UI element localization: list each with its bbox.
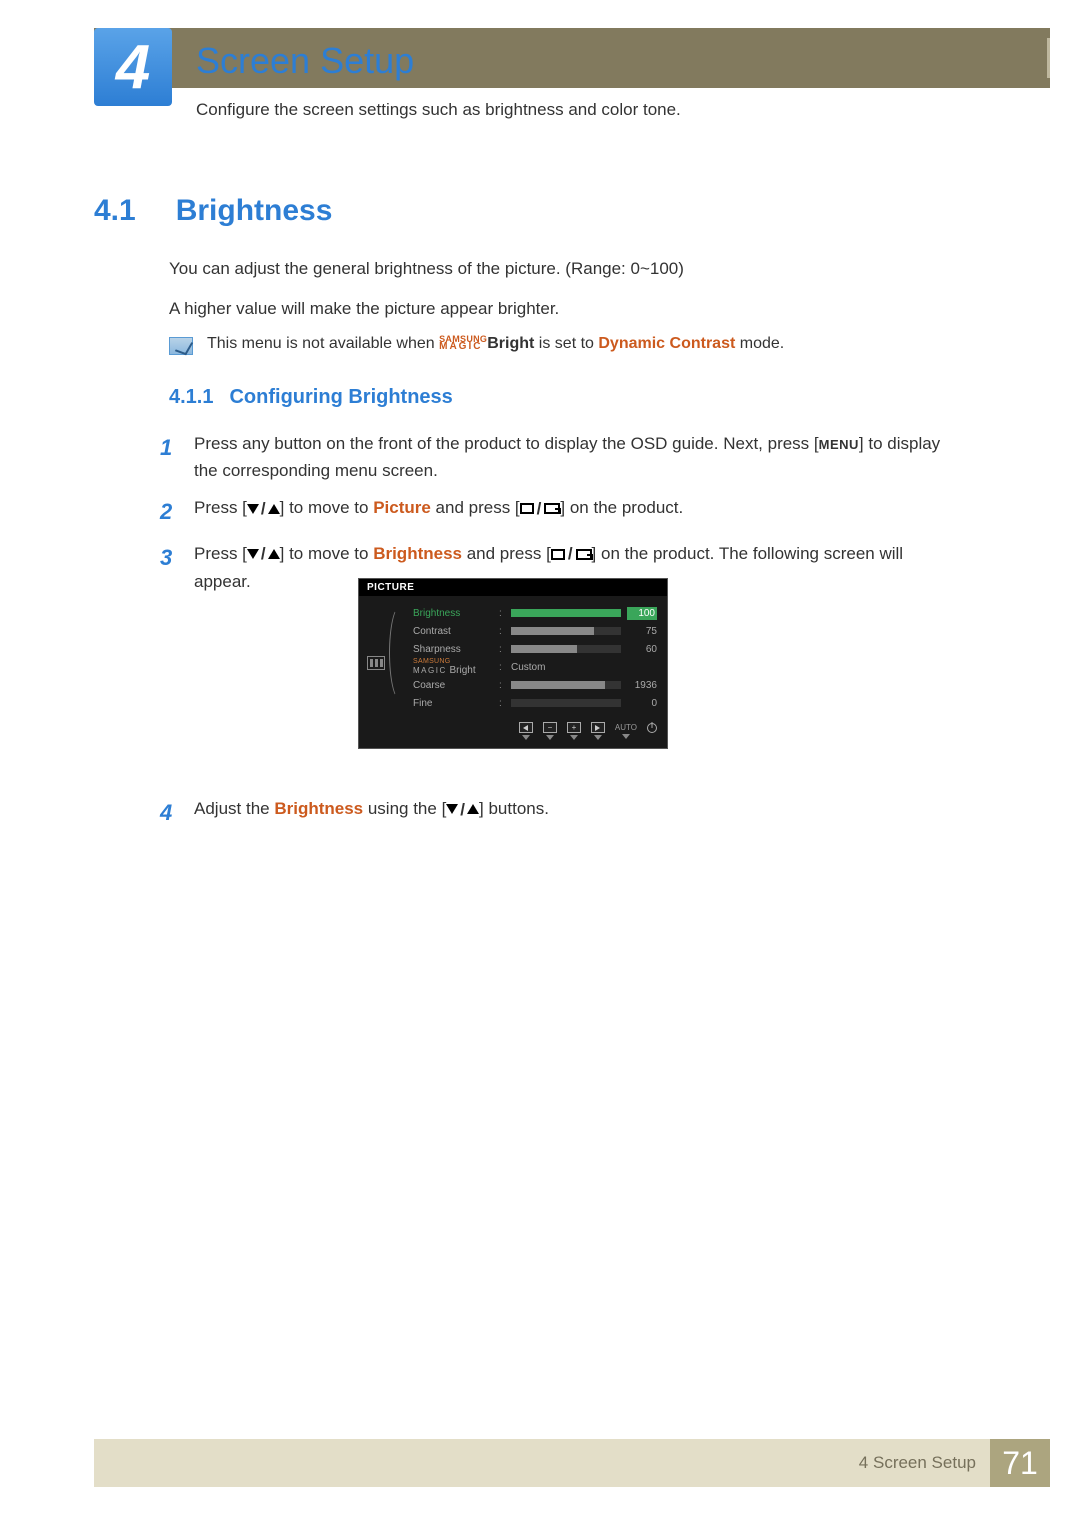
osd-row-value: 1936 bbox=[627, 680, 657, 691]
osd-row: Coarse:1936 bbox=[413, 676, 657, 694]
osd-row: Sharpness:60 bbox=[413, 640, 657, 658]
step-number: 2 bbox=[160, 494, 180, 529]
note-row: This menu is not available when SAMSUNGM… bbox=[169, 335, 950, 355]
osd-plus-icon: + bbox=[567, 722, 581, 740]
menu-label: MENU bbox=[819, 437, 859, 452]
body-paragraph-2: A higher value will make the picture app… bbox=[169, 296, 950, 322]
note-bright: Bright bbox=[487, 335, 534, 352]
osd-bracket-decoration bbox=[389, 606, 403, 700]
osd-rows: Brightness:100Contrast:75Sharpness:60SAM… bbox=[413, 604, 657, 712]
osd-row: Brightness:100 bbox=[413, 604, 657, 622]
osd-slider bbox=[511, 609, 621, 617]
footer-bar: 4 Screen Setup 71 bbox=[94, 1439, 1050, 1487]
osd-slider bbox=[511, 645, 621, 653]
step-number: 3 bbox=[160, 540, 180, 595]
subsection-heading: 4.1.1 Configuring Brightness bbox=[169, 386, 453, 409]
osd-row-value: Custom bbox=[511, 662, 545, 673]
osd-body: Brightness:100Contrast:75Sharpness:60SAM… bbox=[359, 596, 667, 716]
body-paragraph-1: You can adjust the general brightness of… bbox=[169, 256, 950, 282]
osd-category-icon bbox=[367, 656, 385, 670]
chapter-intro: Configure the screen settings such as br… bbox=[196, 100, 681, 120]
page-number: 71 bbox=[990, 1439, 1050, 1487]
step-text: Press any button on the front of the pro… bbox=[194, 430, 950, 484]
down-up-icon: / bbox=[446, 796, 479, 823]
step-number: 4 bbox=[160, 795, 180, 830]
osd-row-label: Brightness bbox=[413, 608, 493, 619]
footer-label: 4 Screen Setup bbox=[859, 1453, 990, 1473]
note-icon bbox=[169, 337, 193, 355]
enter-icon: / bbox=[520, 495, 561, 522]
osd-minus-icon: − bbox=[543, 722, 557, 740]
osd-row-value: 60 bbox=[627, 644, 657, 655]
osd-row-label: Fine bbox=[413, 698, 493, 709]
subsection-number: 4.1.1 bbox=[169, 386, 213, 409]
osd-row-value: 0 bbox=[627, 698, 657, 709]
osd-power-icon bbox=[647, 723, 657, 740]
section-number: 4.1 bbox=[94, 194, 136, 228]
step-text: Adjust the Brightness using the [/] butt… bbox=[194, 795, 549, 830]
note-mid: is set to bbox=[534, 335, 598, 352]
osd-slider bbox=[511, 627, 621, 635]
note-text: This menu is not available when SAMSUNGM… bbox=[207, 335, 784, 353]
down-up-icon: / bbox=[247, 540, 280, 567]
section-title: Brightness bbox=[176, 194, 333, 228]
step-2: 2 Press [/] to move to Picture and press… bbox=[160, 494, 950, 529]
osd-row: SAMSUNGMAGIC Bright:Custom bbox=[413, 658, 657, 676]
chapter-title: Screen Setup bbox=[196, 40, 414, 82]
osd-slider bbox=[511, 681, 621, 689]
osd-play-icon bbox=[591, 722, 605, 740]
note-post: mode. bbox=[735, 335, 784, 352]
osd-auto-label: AUTO bbox=[615, 723, 637, 739]
osd-row: Contrast:75 bbox=[413, 622, 657, 640]
osd-title: PICTURE bbox=[359, 579, 667, 596]
note-mode: Dynamic Contrast bbox=[598, 335, 735, 352]
subsection-title: Configuring Brightness bbox=[229, 386, 452, 409]
osd-row-label: Contrast bbox=[413, 626, 493, 637]
chapter-number: 4 bbox=[116, 32, 150, 103]
step-target: Brightness bbox=[274, 799, 363, 818]
enter-icon: / bbox=[551, 540, 592, 567]
down-up-icon: / bbox=[247, 495, 280, 522]
chapter-number-badge: 4 bbox=[94, 28, 172, 106]
osd-screenshot: PICTURE Brightness:100Contrast:75Sharpne… bbox=[358, 578, 668, 749]
osd-slider bbox=[511, 699, 621, 707]
step-target: Brightness bbox=[373, 544, 462, 563]
step-target: Picture bbox=[373, 498, 431, 517]
note-pre: This menu is not available when bbox=[207, 335, 439, 352]
osd-row-value: 75 bbox=[627, 626, 657, 637]
osd-footer: − + AUTO bbox=[359, 716, 667, 748]
section-heading: 4.1 Brightness bbox=[94, 194, 332, 228]
samsung-magic-logo: SAMSUNGMAGIC bbox=[439, 336, 487, 351]
osd-row-label: SAMSUNGMAGIC Bright bbox=[413, 659, 493, 674]
step-number: 1 bbox=[160, 430, 180, 484]
osd-row-value: 100 bbox=[627, 607, 657, 620]
osd-back-icon bbox=[519, 722, 533, 740]
osd-row: Fine:0 bbox=[413, 694, 657, 712]
step-1: 1 Press any button on the front of the p… bbox=[160, 430, 950, 484]
step-4: 4 Adjust the Brightness using the [/] bu… bbox=[160, 795, 950, 830]
osd-row-label: Sharpness bbox=[413, 644, 493, 655]
step-text: Press [/] to move to Picture and press [… bbox=[194, 494, 683, 529]
osd-row-label: Coarse bbox=[413, 680, 493, 691]
